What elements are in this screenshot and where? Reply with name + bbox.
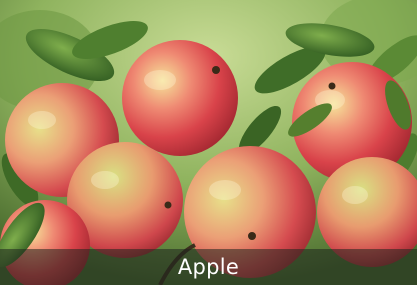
- apple-image-card: Apple: [0, 0, 417, 285]
- apple-photo: [0, 0, 417, 285]
- image-caption: Apple: [177, 254, 240, 279]
- apple-top-center: [122, 40, 238, 156]
- caption-bar: Apple: [0, 249, 417, 285]
